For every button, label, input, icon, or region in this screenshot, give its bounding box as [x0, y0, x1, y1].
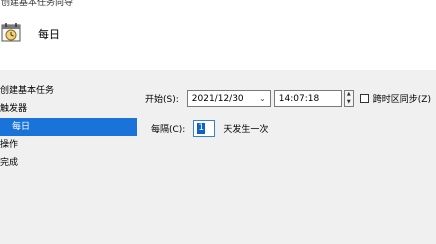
- sync-timezone-label: 跨时区同步(Z): [372, 95, 431, 105]
- start-row: 开始(S): 2021/12/30 ⌄ 14:07:18 ▲ ▼ 跨时区同步(Z…: [145, 90, 431, 107]
- start-time-field[interactable]: 14:07:18: [273, 90, 342, 107]
- start-time-value: 14:07:18: [278, 93, 320, 104]
- step-daily[interactable]: 每日: [0, 118, 137, 136]
- calendar-clock-icon: [1, 23, 21, 42]
- step-create-basic-task[interactable]: 创建基本任务: [0, 82, 137, 100]
- spin-up-icon[interactable]: ▲: [345, 91, 353, 99]
- wizard-body: 创建基本任务 触发器 每日 操作 完成 开始(S): 2021/12/30 ⌄ …: [0, 70, 436, 244]
- chevron-down-icon[interactable]: ⌄: [259, 94, 266, 103]
- recur-days-value: 1: [197, 123, 206, 134]
- start-date-value: 2021/12/30: [191, 93, 244, 104]
- sync-timezone-checkbox[interactable]: [359, 94, 369, 103]
- recur-days-input[interactable]: 1: [193, 120, 216, 137]
- step-action[interactable]: 操作: [0, 136, 137, 154]
- wizard-header: 每日: [0, 14, 436, 70]
- window-title: 创建基本任务向导: [1, 0, 74, 8]
- recur-label: 每隔(C):: [151, 125, 186, 135]
- start-date-picker[interactable]: 2021/12/30 ⌄: [186, 90, 271, 107]
- step-list: 创建基本任务 触发器 每日 操作 完成: [0, 82, 137, 172]
- spin-down-icon[interactable]: ▼: [345, 99, 353, 107]
- recur-suffix: 天发生一次: [223, 125, 269, 135]
- recur-row: 每隔(C): 1 天发生一次: [151, 120, 268, 137]
- step-trigger[interactable]: 触发器: [0, 100, 137, 118]
- start-label: 开始(S):: [145, 95, 179, 105]
- page-title: 每日: [38, 28, 60, 41]
- step-finish[interactable]: 完成: [0, 154, 137, 172]
- time-spinner[interactable]: ▲ ▼: [343, 90, 354, 107]
